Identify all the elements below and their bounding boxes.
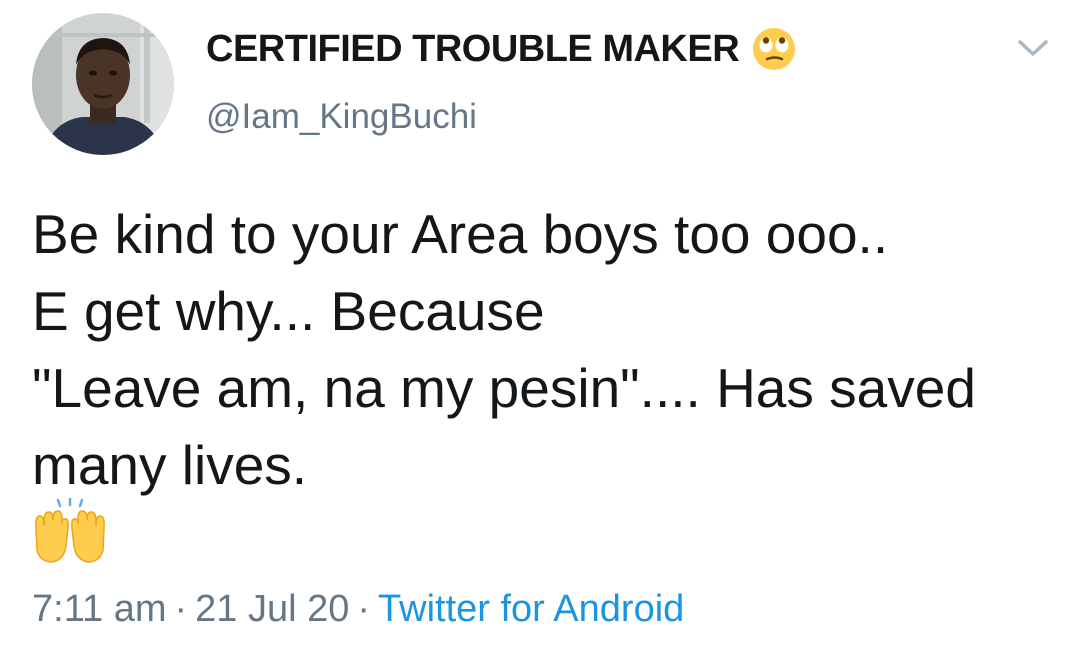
raising-hands-icon [35, 498, 105, 563]
tweet-text-line: many lives. [32, 434, 308, 496]
tweet-text-line: Be kind to your Area boys too ooo.. [32, 203, 889, 265]
tweet-card: CERTIFIED TROUBLE MAKER @Iam_KingBuchi B… [0, 0, 1079, 661]
tweet-source-link[interactable]: Twitter for Android [378, 588, 684, 630]
tweet-time[interactable]: 7:11 am [32, 588, 166, 630]
author-name-text[interactable]: CERTIFIED TROUBLE MAKER [206, 26, 740, 72]
avatar[interactable] [32, 13, 174, 155]
tweet-date[interactable]: 21 Jul 20 [195, 588, 349, 630]
meta-separator: · [174, 588, 188, 630]
avatar-photo [32, 13, 174, 155]
tweet-text-line: E get why... Because [32, 280, 545, 342]
author-handle[interactable]: @Iam_KingBuchi [206, 96, 477, 138]
author-display-name[interactable]: CERTIFIED TROUBLE MAKER [206, 26, 797, 72]
face-with-rolling-eyes-icon [753, 28, 796, 70]
meta-separator: · [357, 588, 371, 630]
tweet-meta: 7:11 am · 21 Jul 20 · Twitter for Android [32, 585, 684, 633]
tweet-text-line: "Leave am, na my pesin".... Has saved [32, 357, 976, 419]
chevron-down-icon[interactable] [1016, 36, 1050, 60]
tweet-text: Be kind to your Area boys too ooo.. E ge… [32, 196, 1052, 504]
